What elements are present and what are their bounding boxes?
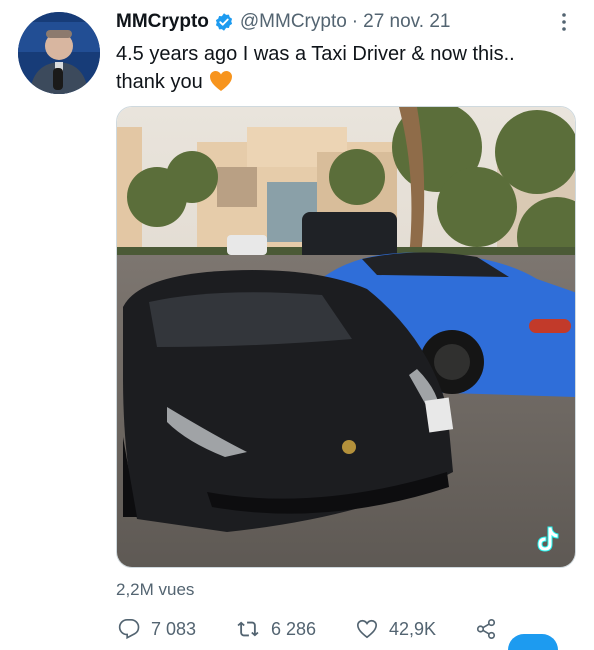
- retweet-button[interactable]: 6 286: [234, 618, 316, 640]
- view-count: 2,2M vues: [116, 580, 195, 599]
- tweet-date[interactable]: 27 nov. 21: [363, 11, 450, 33]
- handle[interactable]: @MMCrypto: [240, 11, 347, 33]
- reply-icon: [118, 619, 140, 640]
- compose-button[interactable]: [508, 634, 558, 650]
- tweet-text: 4.5 years ago I was a Taxi Driver & now …: [116, 40, 576, 100]
- display-name[interactable]: MMCrypto: [116, 11, 209, 33]
- tweet-actions: 7 083 6 286 42,9K: [116, 618, 594, 650]
- reply-button[interactable]: 7 083: [116, 618, 196, 640]
- verified-badge-icon: [214, 12, 234, 32]
- tweet-text-content: 4.5 years ago I was a Taxi Driver & now …: [116, 43, 515, 93]
- tweet-video[interactable]: [116, 106, 576, 568]
- heart-icon: [357, 619, 377, 639]
- separator-dot: ·: [351, 11, 359, 32]
- like-button[interactable]: 42,9K: [354, 618, 436, 640]
- retweet-icon: [237, 621, 259, 637]
- reply-count: 7 083: [151, 618, 197, 639]
- tweet-header: MMCrypto @MMCrypto · 27 nov. 21: [116, 10, 450, 34]
- avatar[interactable]: [18, 12, 100, 94]
- share-button[interactable]: [474, 618, 507, 640]
- retweet-count: 6 286: [271, 618, 317, 639]
- share-icon: [476, 619, 496, 639]
- more-options-icon[interactable]: [556, 10, 572, 34]
- tiktok-logo-icon: [531, 524, 561, 559]
- orange-heart-icon: [209, 70, 233, 100]
- like-count: 42,9K: [389, 618, 437, 639]
